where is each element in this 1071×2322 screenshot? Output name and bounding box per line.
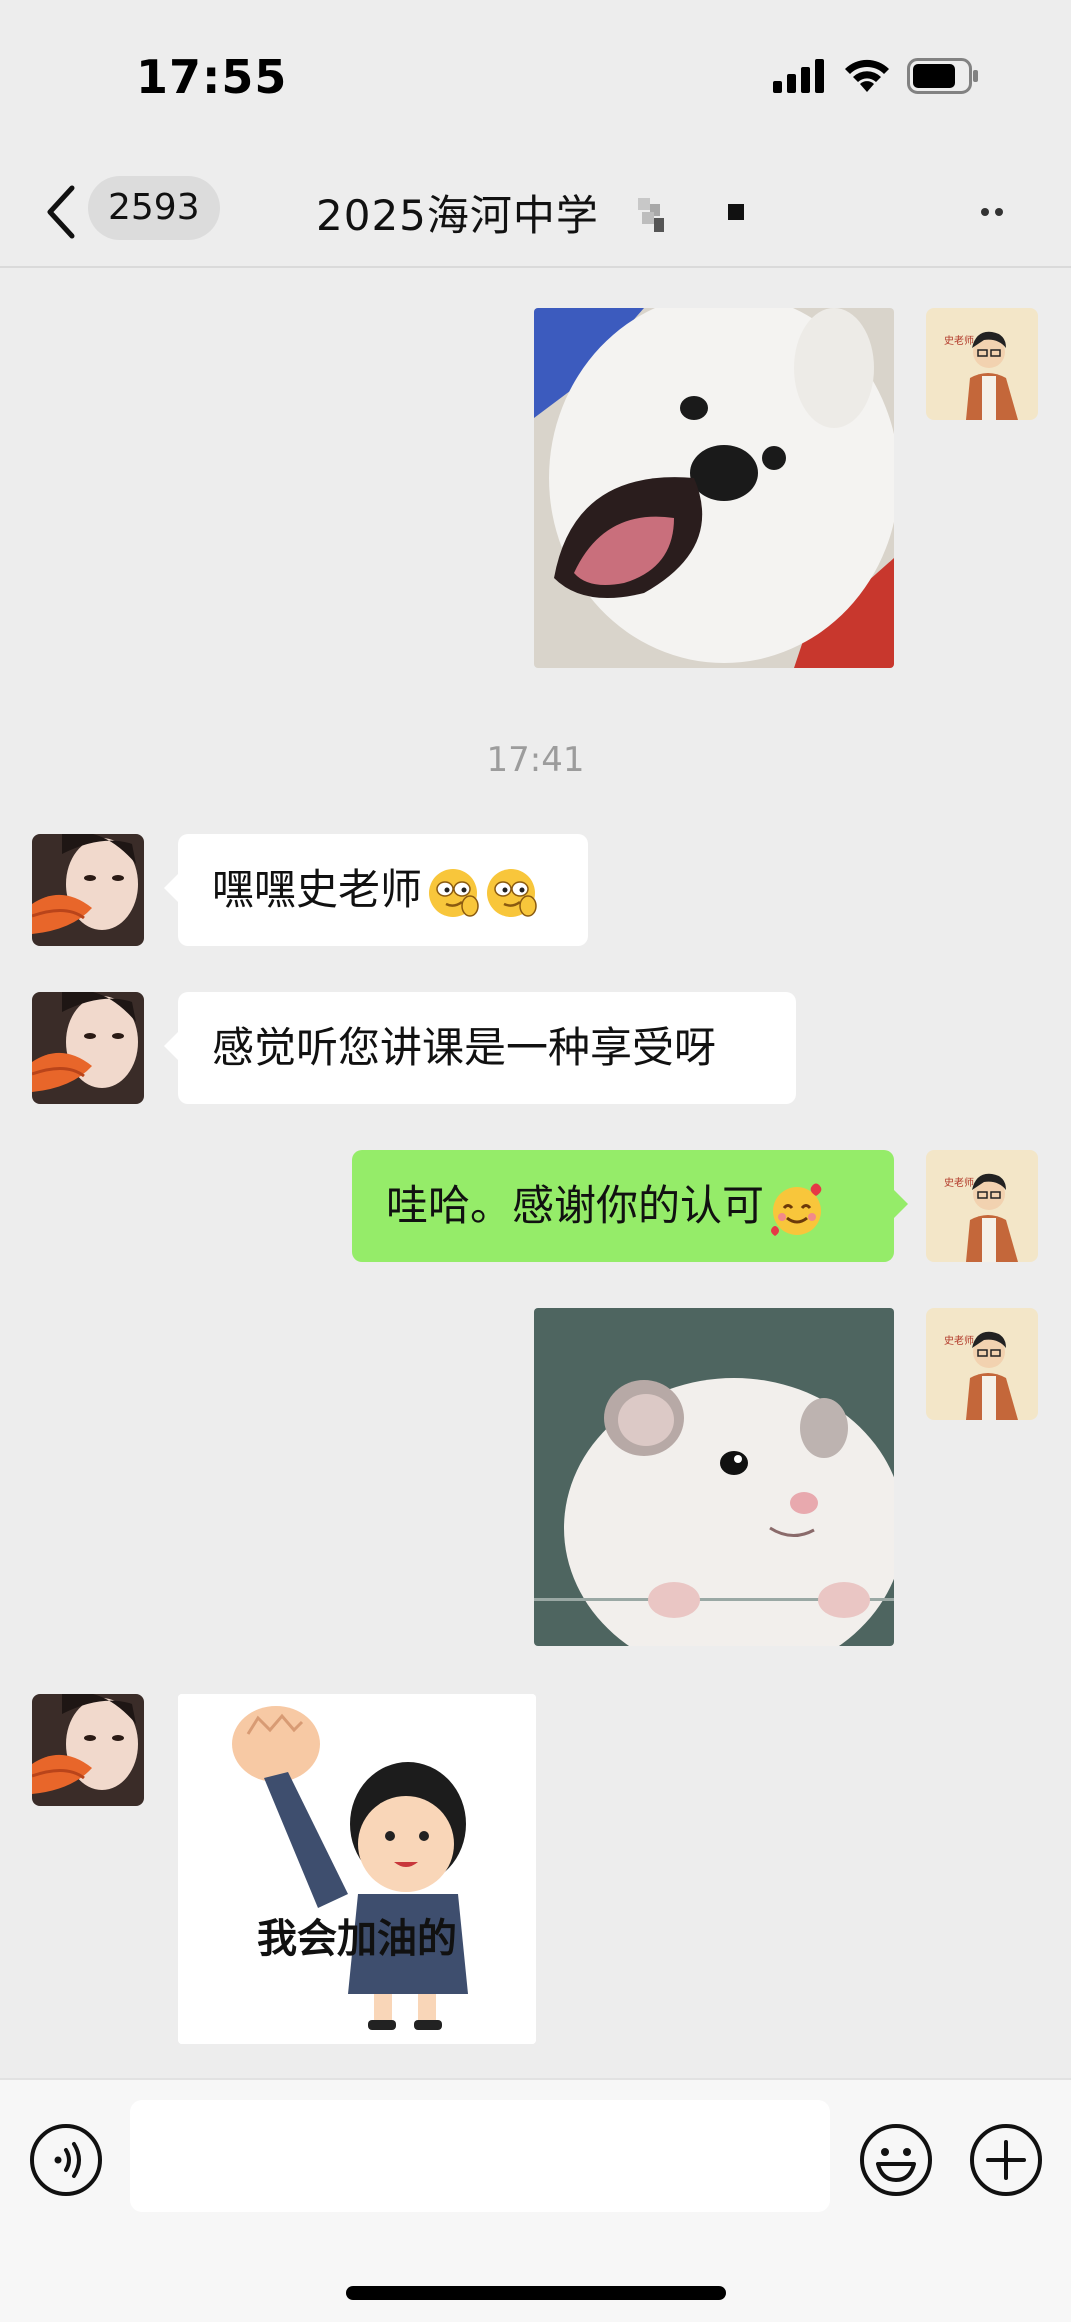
image-message-hamster[interactable] xyxy=(534,1308,894,1646)
emoji-icon[interactable] xyxy=(858,2122,934,2198)
message-timestamp: 17:41 xyxy=(486,740,585,780)
battery-icon xyxy=(907,58,978,94)
wifi-icon xyxy=(845,59,889,92)
image-message-dog[interactable] xyxy=(534,308,894,668)
more-dots-icon[interactable] xyxy=(965,192,1015,232)
avatar-student[interactable] xyxy=(32,1694,144,1806)
hamster-sticker-image xyxy=(534,1308,894,1646)
teacher-avatar-image: 史老师 xyxy=(926,308,1038,420)
message-text: 嘿嘿史老师 xyxy=(212,865,423,914)
avatar-student[interactable] xyxy=(32,992,144,1104)
dog-sticker-image xyxy=(534,308,894,668)
text-message-own[interactable]: 哇哈。感谢你的认可 xyxy=(352,1150,908,1262)
cheer-sticker-image xyxy=(178,1694,536,2044)
teacher-avatar-label: 史老师 xyxy=(944,1334,974,1347)
smirk-emoji xyxy=(487,868,537,917)
avatar-teacher[interactable]: 史老师 xyxy=(926,1308,1038,1420)
text-message[interactable]: 嘿嘿史老师 xyxy=(164,834,588,946)
avatar-teacher[interactable]: 史老师 xyxy=(926,1150,1038,1262)
sticker-caption: 我会加油的 xyxy=(257,1916,457,1962)
chat-title[interactable]: 2025海河中学 xyxy=(316,182,599,243)
cellular-signal-icon xyxy=(773,59,824,93)
teacher-avatar-image: 史老师 xyxy=(926,1150,1038,1262)
smiling-hearts-emoji xyxy=(771,1183,822,1236)
chevron-left-icon[interactable] xyxy=(40,182,84,242)
redacted-mosaic xyxy=(638,198,664,232)
chat-screen: 17:55 2593 2025海河中学 史老师 17:41 嘿嘿史老师 感觉听您… xyxy=(0,0,1071,2322)
message-text: 哇哈。感谢你的认可 xyxy=(386,1181,765,1230)
voice-icon[interactable] xyxy=(28,2122,104,2198)
message-input[interactable] xyxy=(130,2100,830,2212)
student-avatar-image xyxy=(32,992,144,1104)
message-text: 感觉听您讲课是一种享受呀 xyxy=(212,1023,717,1072)
avatar-student[interactable] xyxy=(32,834,144,946)
status-icons xyxy=(773,58,979,94)
smirk-emoji xyxy=(429,868,479,917)
student-avatar-image xyxy=(32,834,144,946)
unread-count-badge[interactable]: 2593 xyxy=(88,176,220,240)
teacher-avatar-label: 史老师 xyxy=(944,1176,974,1189)
plus-icon[interactable] xyxy=(968,2122,1044,2198)
text-message[interactable]: 感觉听您讲课是一种享受呀 xyxy=(164,992,796,1104)
image-message-cheer[interactable]: 我会加油的 xyxy=(178,1694,536,2044)
chat-header: 2593 2025海河中学 xyxy=(0,160,1071,268)
home-indicator[interactable] xyxy=(346,2286,726,2300)
teacher-avatar-label: 史老师 xyxy=(944,334,974,347)
student-avatar-image xyxy=(32,1694,144,1806)
teacher-avatar-image: 史老师 xyxy=(926,1308,1038,1420)
avatar-teacher[interactable]: 史老师 xyxy=(926,308,1038,420)
redacted-mosaic xyxy=(728,204,744,220)
status-time: 17:55 xyxy=(136,50,288,104)
